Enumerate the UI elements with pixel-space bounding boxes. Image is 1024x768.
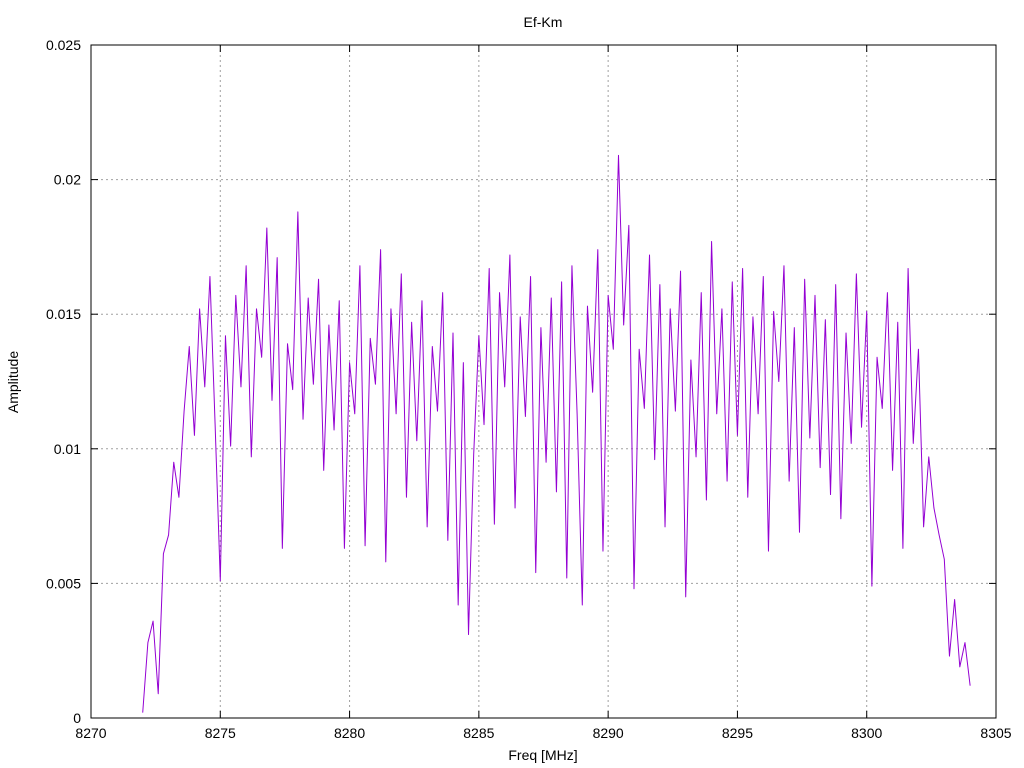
y-tick-labels: 0 0.005 0.01 0.015 0.02 0.025 (46, 37, 81, 726)
x-tick-label: 8305 (980, 725, 1011, 741)
x-tick-label: 8285 (463, 725, 494, 741)
y-tick-label: 0.01 (54, 441, 81, 457)
y-tick-label: 0.005 (46, 575, 81, 591)
y-tick-label: 0.02 (54, 172, 81, 188)
line-chart: Ef-Km 8270 8275 8280 8285 8290 8295 8300 8305 0… (5, 14, 1012, 763)
y-tick-label: 0 (73, 710, 81, 726)
x-tick-label: 8270 (75, 725, 106, 741)
x-tick-label: 8275 (205, 725, 236, 741)
y-tick-label: 0.025 (46, 37, 81, 53)
series-line (142, 154, 971, 713)
x-tick-label: 8280 (334, 725, 365, 741)
x-tick-label: 8295 (722, 725, 753, 741)
x-tick-labels: 8270 8275 8280 8285 8290 8295 8300 8305 (75, 725, 1011, 741)
x-axis-label: Freq [MHz] (508, 747, 577, 763)
y-tick-label: 0.015 (46, 306, 81, 322)
x-tick-label: 8300 (851, 725, 882, 741)
x-tick-label: 8290 (593, 725, 624, 741)
y-axis-label: Amplitude (5, 351, 21, 413)
series-layer (142, 154, 971, 713)
chart-title: Ef-Km (524, 14, 563, 30)
